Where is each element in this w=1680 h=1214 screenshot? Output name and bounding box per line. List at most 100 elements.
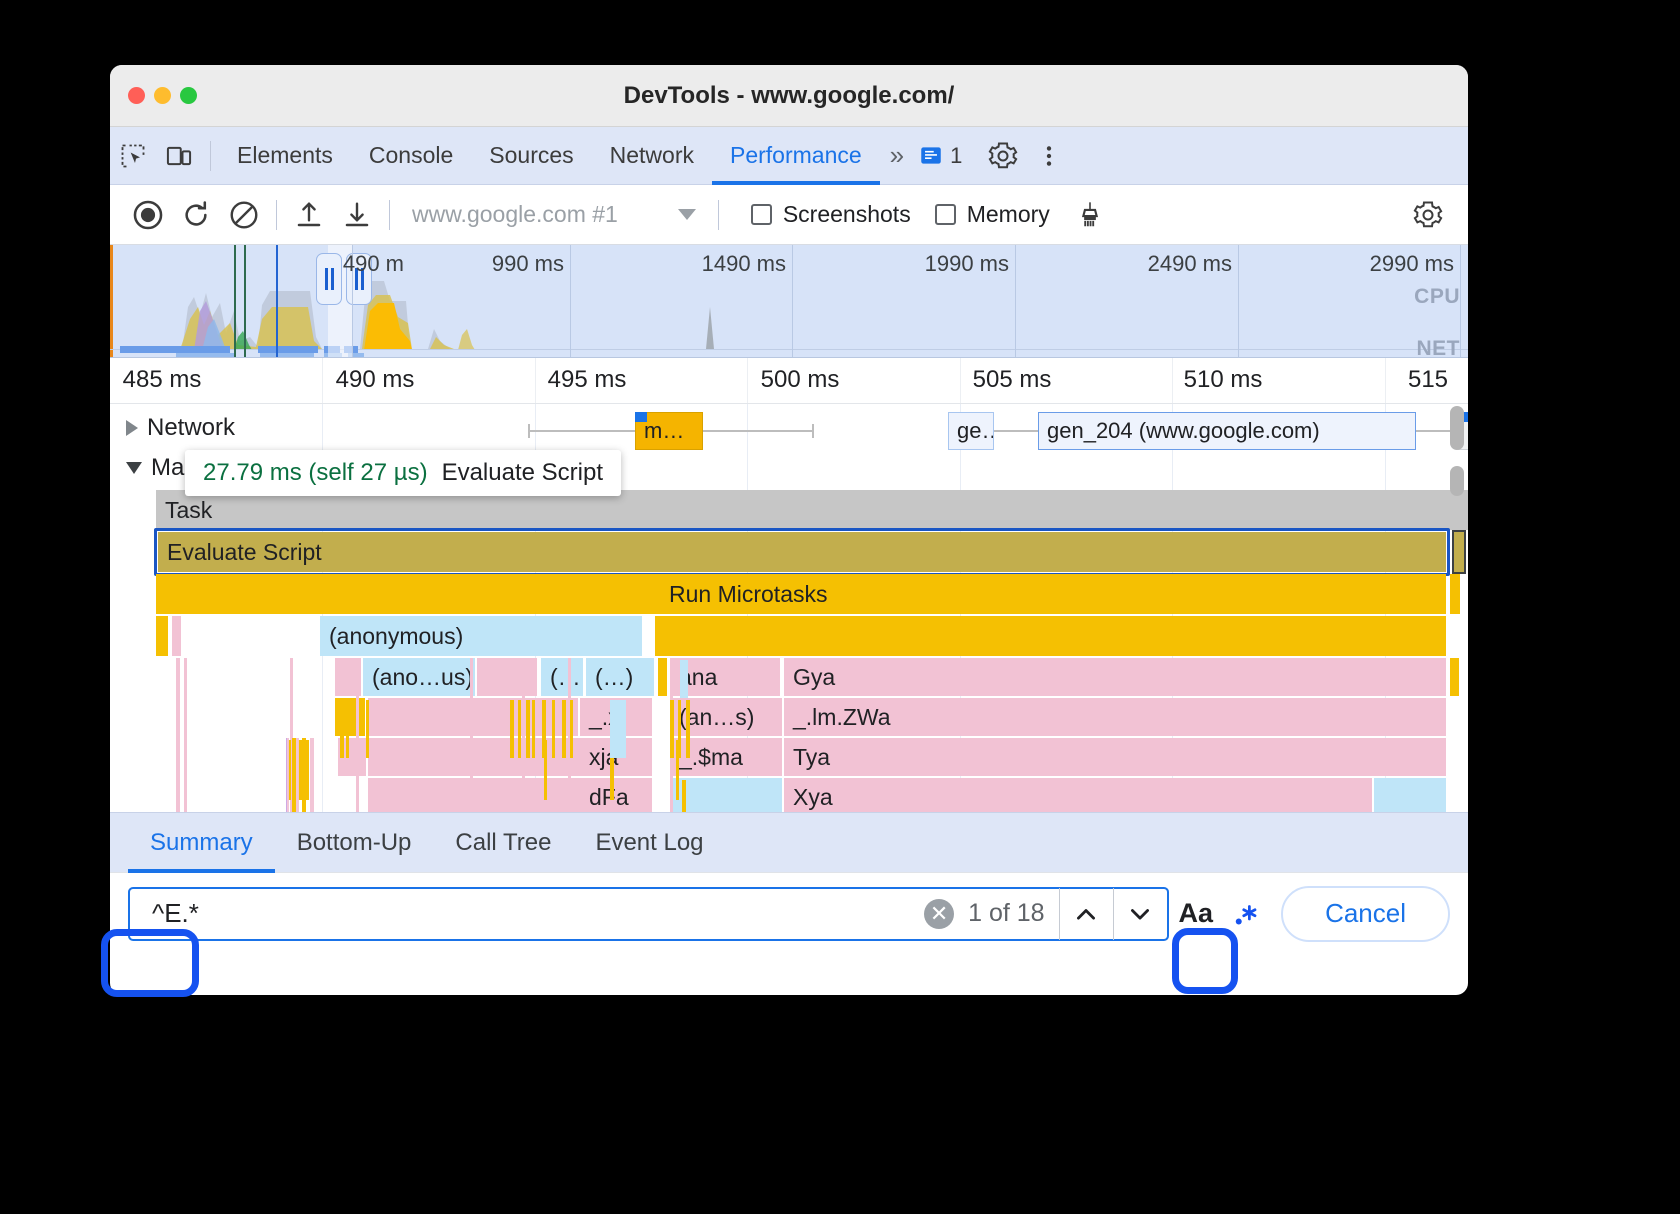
tab-bottom-up-label: Bottom-Up bbox=[297, 829, 412, 857]
overview-tick-label: 2990 ms bbox=[1370, 251, 1460, 277]
tab-performance-label: Performance bbox=[730, 142, 862, 169]
search-field-controls: ✕ 1 of 18 bbox=[924, 888, 1166, 940]
flame-bar-sliver[interactable] bbox=[156, 616, 168, 656]
overview-marker-load bbox=[276, 245, 278, 357]
cancel-button[interactable]: Cancel bbox=[1281, 886, 1450, 942]
flame-detail-slivers-2 bbox=[286, 696, 1446, 812]
network-request-bar[interactable]: ge… bbox=[948, 412, 994, 450]
flame-bar-sliver[interactable] bbox=[1450, 574, 1460, 614]
flame-bar-run-microtasks[interactable]: Run Microtasks bbox=[156, 574, 1446, 614]
save-profile-icon[interactable] bbox=[333, 191, 381, 239]
overview-tick bbox=[570, 245, 571, 357]
performance-toolbar: www.google.com #1 Screenshots Memory bbox=[110, 185, 1468, 245]
tab-call-tree[interactable]: Call Tree bbox=[433, 813, 573, 873]
search-next-button[interactable] bbox=[1113, 888, 1167, 940]
clear-search-icon[interactable]: ✕ bbox=[924, 899, 954, 929]
tab-event-log[interactable]: Event Log bbox=[573, 813, 725, 873]
timeline-overview[interactable]: 490 m 990 ms 1490 ms 1990 ms 2490 ms 299… bbox=[110, 245, 1468, 358]
screenshots-checkbox-box[interactable] bbox=[751, 204, 772, 225]
memory-label: Memory bbox=[967, 201, 1050, 228]
tab-sources[interactable]: Sources bbox=[471, 127, 591, 185]
clear-recording-button[interactable] bbox=[220, 191, 268, 239]
network-connector bbox=[994, 430, 1038, 432]
track-header-network[interactable]: Network bbox=[126, 414, 235, 442]
event-tooltip: 27.79 ms (self 27 µs) Evaluate Script bbox=[185, 450, 621, 496]
inspect-element-icon[interactable] bbox=[110, 133, 156, 179]
regex-toggle-button[interactable] bbox=[1223, 892, 1267, 936]
search-input[interactable]: ^E.* ✕ 1 of 18 bbox=[128, 887, 1169, 941]
window-controls[interactable] bbox=[128, 87, 197, 104]
issues-count: 1 bbox=[950, 143, 962, 169]
issues-icon bbox=[918, 143, 944, 169]
ruler-tick bbox=[322, 358, 323, 403]
chevron-down-icon[interactable] bbox=[678, 209, 696, 220]
flame-bar-evaluate-script-tail[interactable] bbox=[1452, 530, 1466, 574]
flame-bar-run-microtasks-2[interactable] bbox=[655, 616, 1446, 656]
match-case-button[interactable]: Aa bbox=[1169, 898, 1224, 929]
toolbar-divider-2 bbox=[389, 200, 390, 230]
ruler-label: 495 ms bbox=[548, 366, 627, 394]
network-request-label: ge… bbox=[957, 418, 994, 444]
tab-sources-label: Sources bbox=[489, 142, 573, 169]
tab-network[interactable]: Network bbox=[592, 127, 712, 185]
devtools-tab-bar: Elements Console Sources Network Perform… bbox=[110, 127, 1468, 185]
maximize-window-button[interactable] bbox=[180, 87, 197, 104]
search-input-value: ^E.* bbox=[130, 898, 199, 929]
expand-triangle-icon[interactable] bbox=[126, 420, 138, 436]
tabbar-divider bbox=[210, 141, 211, 171]
regex-icon bbox=[1230, 899, 1260, 929]
overview-cpu-label: CPU bbox=[1414, 285, 1460, 309]
network-connector-cap bbox=[528, 424, 530, 438]
minimize-window-button[interactable] bbox=[154, 87, 171, 104]
more-options-icon[interactable] bbox=[1026, 133, 1072, 179]
tab-bottom-up[interactable]: Bottom-Up bbox=[275, 813, 434, 873]
window-title: DevTools - www.google.com/ bbox=[110, 82, 1468, 110]
ruler-label: 490 ms bbox=[336, 366, 415, 394]
search-previous-button[interactable] bbox=[1059, 888, 1113, 940]
flame-bar-evaluate-script[interactable]: Evaluate Script bbox=[158, 532, 1446, 572]
collect-garbage-icon[interactable] bbox=[1066, 191, 1114, 239]
collapse-triangle-icon[interactable] bbox=[126, 462, 142, 474]
flame-bar-sliver[interactable] bbox=[172, 616, 181, 656]
flame-bar-task[interactable]: Task bbox=[156, 490, 1468, 530]
flame-bar-label: Task bbox=[165, 497, 212, 524]
capture-settings-gear-icon[interactable] bbox=[1404, 191, 1452, 239]
timeline-ruler[interactable]: 485 ms 490 ms 495 ms 500 ms 505 ms 510 m… bbox=[110, 358, 1468, 404]
flame-bar-anonymous[interactable]: (anonymous) bbox=[320, 616, 642, 656]
device-toolbar-icon[interactable] bbox=[156, 133, 202, 179]
network-connector bbox=[703, 430, 813, 432]
flame-scrollbar-thumb-top[interactable] bbox=[1450, 406, 1464, 450]
memory-checkbox-box[interactable] bbox=[935, 204, 956, 225]
recording-selector[interactable]: www.google.com #1 bbox=[412, 201, 696, 228]
tab-elements-label: Elements bbox=[237, 142, 333, 169]
tab-event-log-label: Event Log bbox=[595, 829, 703, 857]
overview-network-band bbox=[110, 345, 1468, 358]
overview-selection-handle-left[interactable] bbox=[316, 253, 342, 305]
screenshots-checkbox[interactable]: Screenshots bbox=[751, 201, 911, 228]
settings-gear-icon[interactable] bbox=[980, 133, 1026, 179]
reload-and-record-button[interactable] bbox=[172, 191, 220, 239]
tab-performance[interactable]: Performance bbox=[712, 127, 880, 185]
flame-scrollbar-thumb[interactable] bbox=[1450, 466, 1464, 496]
memory-checkbox[interactable]: Memory bbox=[935, 201, 1050, 228]
more-tabs-icon[interactable]: » bbox=[880, 140, 910, 171]
tab-summary-label: Summary bbox=[150, 829, 253, 857]
close-window-button[interactable] bbox=[128, 87, 145, 104]
tab-summary[interactable]: Summary bbox=[128, 813, 275, 873]
overview-tick bbox=[1015, 245, 1016, 357]
tab-console[interactable]: Console bbox=[351, 127, 471, 185]
tab-elements[interactable]: Elements bbox=[219, 127, 351, 185]
record-button[interactable] bbox=[124, 191, 172, 239]
screenshots-label: Screenshots bbox=[783, 201, 911, 228]
network-request-bar[interactable]: gen_204 (www.google.com) bbox=[1038, 412, 1416, 450]
ruler-label: 510 ms bbox=[1184, 366, 1263, 394]
flame-bar-label: (anonymous) bbox=[329, 623, 463, 650]
issues-button[interactable]: 1 bbox=[910, 143, 970, 169]
overview-tick bbox=[1460, 245, 1461, 357]
load-profile-icon[interactable] bbox=[285, 191, 333, 239]
network-priority-marker bbox=[635, 412, 647, 422]
ruler-label: 485 ms bbox=[123, 366, 202, 394]
overview-tick-label: 490 m bbox=[343, 251, 410, 277]
flame-chart[interactable]: Network m… ge… gen_204 (www.google.com) … bbox=[110, 404, 1468, 812]
cancel-button-label: Cancel bbox=[1325, 898, 1406, 929]
